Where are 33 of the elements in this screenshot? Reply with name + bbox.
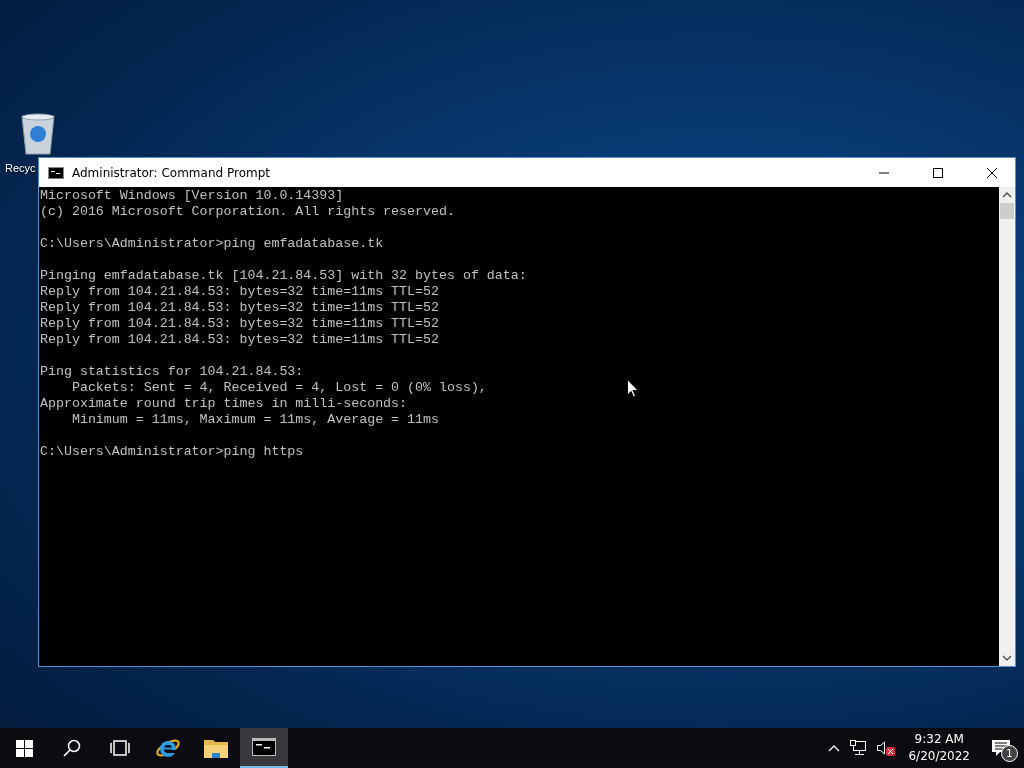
- close-icon: [987, 167, 997, 178]
- console-line: Reply from 104.21.84.53: bytes=32 time=11ms TTL=52: [40, 284, 439, 300]
- scrollbar[interactable]: [999, 187, 1015, 666]
- console-icon: [48, 166, 64, 179]
- speaker-icon[interactable]: [876, 740, 897, 756]
- mouse-pointer-icon: [627, 379, 639, 398]
- console-line: Ping statistics for 104.21.84.53:: [40, 364, 304, 380]
- console-line: C:\Users\Administrator>ping emfadatabase.tk: [40, 236, 384, 252]
- desktop-icon-label[interactable]: Recyc: [5, 162, 36, 174]
- console-icon[interactable]: [252, 738, 276, 756]
- network-icon[interactable]: [850, 740, 867, 756]
- notification-count: 1: [1001, 745, 1018, 762]
- window-title: Administrator: Command Prompt: [72, 165, 270, 180]
- console-line: Reply from 104.21.84.53: bytes=32 time=11ms TTL=52: [40, 300, 439, 316]
- clock-time[interactable]: 9:32 AM: [914, 731, 964, 748]
- clock-date[interactable]: 6/20/2022: [908, 748, 970, 765]
- task-view-icon[interactable]: [109, 740, 131, 756]
- console-line: Reply from 104.21.84.53: bytes=32 time=11ms TTL=52: [40, 316, 439, 332]
- console-line: Microsoft Windows [Version 10.0.14393]: [40, 188, 344, 204]
- folder-icon[interactable]: [204, 738, 228, 758]
- console-line: Minimum = 11ms, Maximum = 11ms, Average = 11ms: [70, 412, 439, 428]
- search-icon[interactable]: [63, 739, 81, 757]
- console-line: Pinging emfadatabase.tk [104.21.84.53] with 32 bytes of data:: [40, 268, 527, 284]
- console-line: Reply from 104.21.84.53: bytes=32 time=11ms TTL=52: [40, 332, 439, 348]
- console-line: Packets: Sent = 4, Received = 4, Lost = 0 (0% loss),: [70, 380, 487, 396]
- console-line: C:\Users\Administrator>ping https: [40, 444, 304, 460]
- recycle-bin-icon[interactable]: [18, 112, 58, 156]
- scroll-thumb[interactable]: [1000, 203, 1014, 219]
- windows-start-icon[interactable]: [15, 739, 33, 757]
- chevron-up-icon[interactable]: [828, 744, 841, 752]
- console-line: (c) 2016 Microsoft Corporation. All rights reserved.: [40, 204, 455, 220]
- maximize-icon: [933, 167, 943, 178]
- console-line: Approximate round trip times in milli-seconds:: [40, 396, 408, 412]
